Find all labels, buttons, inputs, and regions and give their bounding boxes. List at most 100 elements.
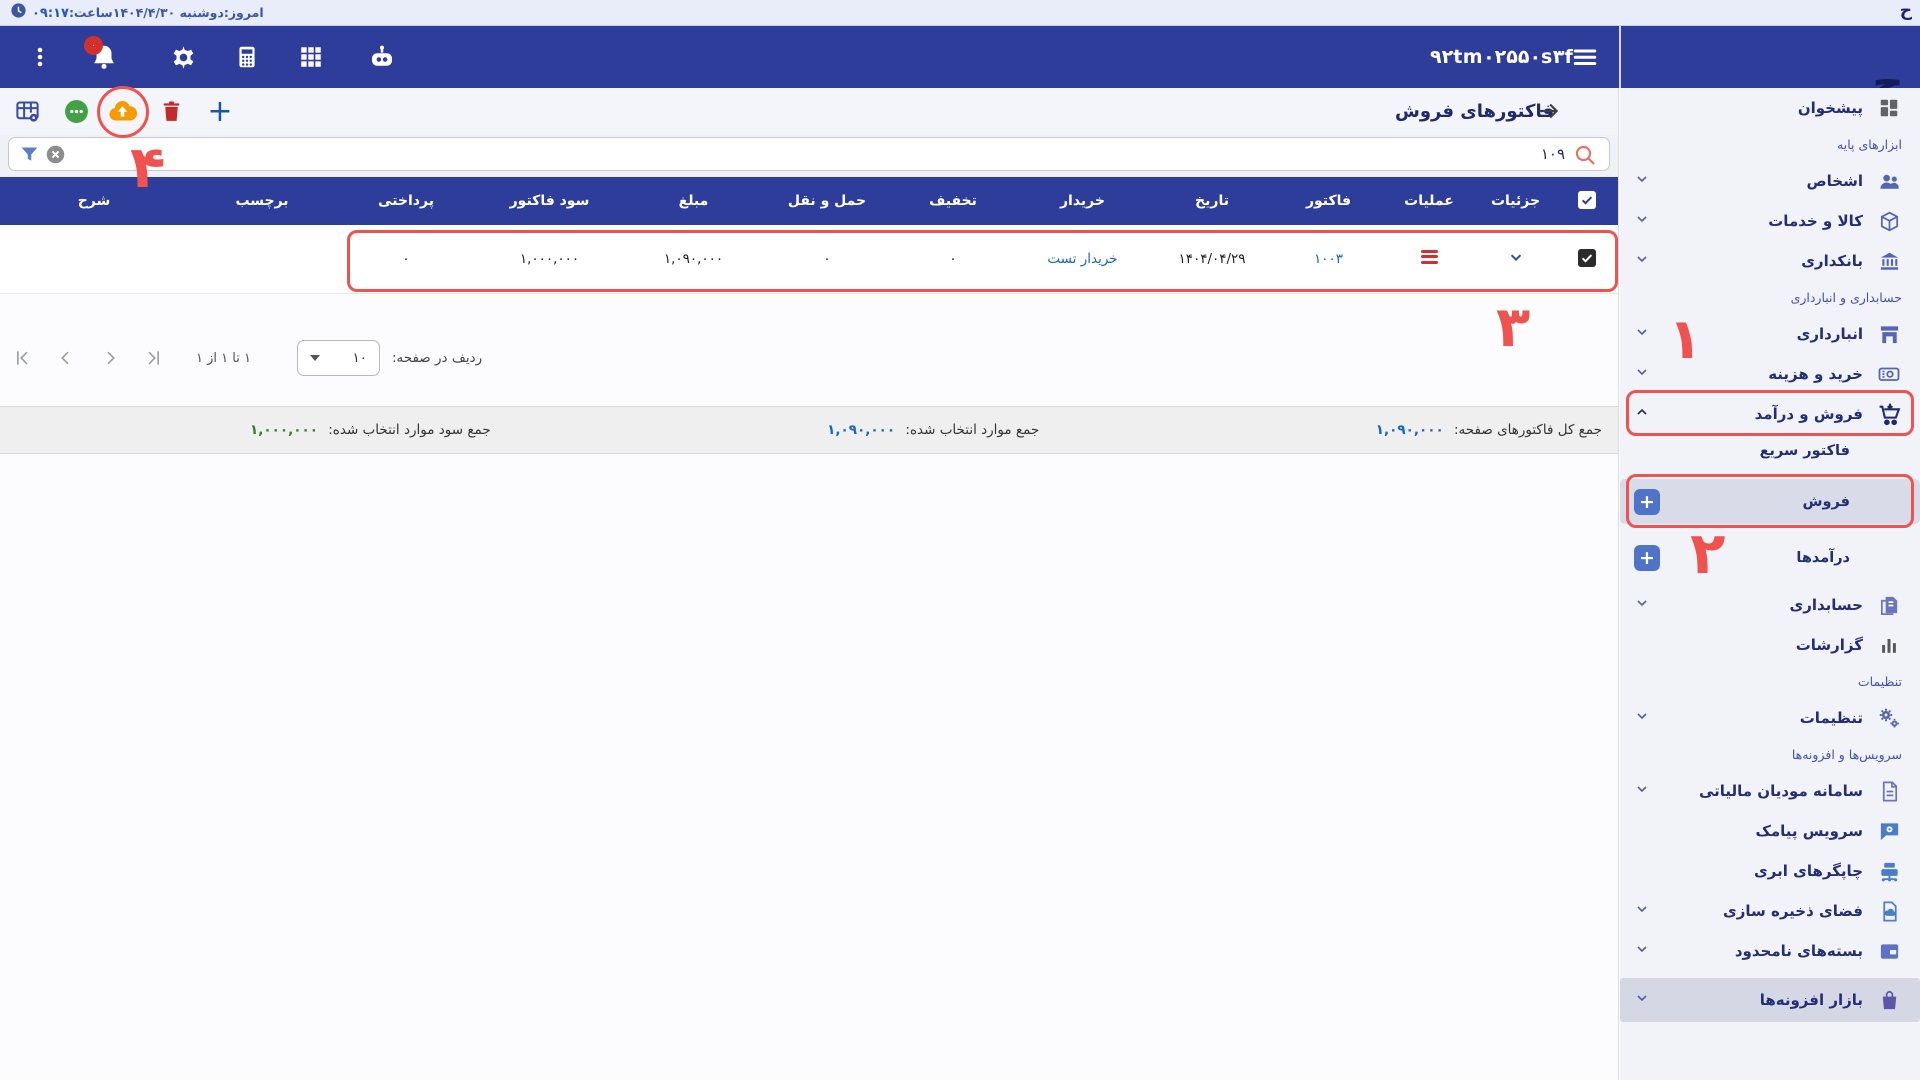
sidebar-item-accounting[interactable]: حسابداری <box>1620 585 1920 625</box>
prev-page-button[interactable] <box>44 338 88 378</box>
page-total-value: ۱,۰۹۰,۰۰۰ <box>1376 422 1444 438</box>
next-page-button[interactable] <box>88 338 132 378</box>
chevron-down-icon <box>1634 990 1650 1010</box>
sidebar-item-banking[interactable]: بانکداری <box>1620 241 1920 281</box>
sidebar-item-label: سرویس پیامک <box>1756 822 1864 840</box>
clear-filter-icon[interactable] <box>45 144 66 169</box>
last-page-button[interactable] <box>132 338 176 378</box>
sidebar-item-sales[interactable]: فروش+ <box>1620 479 1920 524</box>
add-plus-icon[interactable]: + <box>198 88 242 135</box>
kebab-menu-icon[interactable] <box>20 26 60 88</box>
select-all-checkbox[interactable] <box>1578 191 1596 209</box>
sidebar-item-tax-moadian[interactable]: سامانه مودیان مالیاتی <box>1620 771 1920 811</box>
row-checkbox[interactable] <box>1578 249 1596 267</box>
sidebar-section-settings-group: تنظیمات <box>1620 665 1920 698</box>
gears-icon <box>1876 706 1902 730</box>
caret-down-icon <box>310 355 320 361</box>
assistant-bot-icon[interactable] <box>362 26 402 88</box>
section-label: حسابداری و انبارداری <box>1791 290 1902 305</box>
buyer-link[interactable]: خریدار تست <box>1047 251 1117 267</box>
sidebar-item-storage-space[interactable]: فضای ذخیره سازی <box>1620 891 1920 931</box>
apps-grid-icon[interactable] <box>291 26 331 88</box>
row-description-cell <box>0 225 188 293</box>
col-date: تاریخ <box>1149 177 1275 225</box>
col-shipping: حمل و نقل <box>764 177 890 225</box>
hamburger-menu-icon[interactable] <box>1565 26 1605 88</box>
chart-icon <box>1876 634 1902 656</box>
sidebar-item-cloud-printers[interactable]: چاپگرهای ابری <box>1620 851 1920 891</box>
sidebar-item-addons-market[interactable]: بازار افزونه‌ها <box>1620 978 1920 1022</box>
sidebar-item-goods-services[interactable]: کالا و خدمات <box>1620 201 1920 241</box>
dashboard-icon <box>1876 97 1902 119</box>
filter-funnel-icon[interactable] <box>19 144 40 169</box>
annotation-number-1: ۱ <box>1668 312 1702 368</box>
notification-badge: ۰ <box>84 36 103 55</box>
bag-icon <box>1876 989 1902 1012</box>
invoice-number-link[interactable]: ۱۰۰۳ <box>1314 251 1343 267</box>
main-content: + فاکتورهای فروش جزئیات عملیات فاکتور تا… <box>0 88 1618 1080</box>
search-icon[interactable] <box>1573 143 1597 171</box>
sidebar-item-incomes[interactable]: درآمدها+ <box>1620 535 1920 580</box>
sidebar-item-sales-income[interactable]: فروش و درآمد <box>1620 394 1920 434</box>
current-date-text: امروز:دوشنبه ۱۴۰۴/۴/۳۰ساعت:۰۹:۱۷ <box>32 5 264 21</box>
add-button[interactable]: + <box>1634 545 1660 571</box>
sidebar-item-settings[interactable]: تنظیمات <box>1620 698 1920 738</box>
row-select-cell <box>1555 225 1618 293</box>
page-range-text: ۱ تا ۱ از ۱ <box>196 351 251 366</box>
annotation-number-4: ۴ <box>130 138 165 196</box>
details-chevron-icon[interactable] <box>1507 254 1525 270</box>
sidebar-item-quick-invoice[interactable]: فاکتور سریع <box>1620 434 1920 468</box>
bank-icon <box>1876 250 1902 273</box>
sidebar-item-label: فروش و درآمد <box>1755 405 1863 423</box>
sidebar-item-warehousing[interactable]: انبارداری <box>1620 314 1920 354</box>
col-profit: سود فاکتور <box>476 177 623 225</box>
search-input[interactable] <box>1265 138 1565 170</box>
chevron-down-icon <box>1634 171 1650 191</box>
package-icon <box>1876 940 1902 963</box>
chevron-down-icon <box>1634 251 1650 271</box>
table-columns-icon[interactable] <box>5 88 49 135</box>
sidebar-item-unlimited-packages[interactable]: بسته‌های نامحدود <box>1620 931 1920 971</box>
sidebar-item-label: چاپگرهای ابری <box>1754 862 1863 880</box>
sms-icon <box>1876 820 1902 843</box>
sidebar-item-sms-service[interactable]: سرویس پیامک <box>1620 811 1920 851</box>
table-row: ۱۰۰۳ ۱۴۰۴/۰۴/۲۹ خریدار تست ۰ ۰ ۱,۰۹۰,۰۰۰… <box>0 225 1618 293</box>
col-buyer: خریدار <box>1016 177 1149 225</box>
back-arrow-icon[interactable] <box>1535 98 1561 128</box>
row-details-cell <box>1476 225 1555 293</box>
app-header: ۰ ۹۲tm۰۲۵۵۰s۳f ح <box>0 26 1920 88</box>
chevron-down-icon <box>1634 941 1650 961</box>
content-sidebar-divider <box>1618 88 1619 1080</box>
chevron-down-icon <box>1634 595 1650 615</box>
notifications-bell-icon[interactable] <box>84 26 124 88</box>
first-page-button[interactable] <box>0 338 44 378</box>
settings-gear-icon[interactable] <box>163 26 203 88</box>
calculator-icon[interactable] <box>227 26 267 88</box>
operations-menu-icon[interactable] <box>1421 247 1438 266</box>
selected-profit-value: ۱,۰۰۰,۰۰۰ <box>250 422 318 438</box>
selected-total: جمع موارد انتخاب شده: ۱,۰۹۰,۰۰۰ <box>827 422 1039 438</box>
sidebar-item-label: خرید و هزینه <box>1768 365 1863 383</box>
add-button[interactable]: + <box>1634 489 1660 515</box>
selected-total-value: ۱,۰۹۰,۰۰۰ <box>827 422 895 438</box>
sidebar: پیشخوان ابزارهای پایه اشخاصکالا و خدماتبان… <box>1620 88 1920 1080</box>
col-operations: عملیات <box>1382 177 1476 225</box>
sidebar-section-services-addons: سرویس‌ها و افزونه‌ها <box>1620 738 1920 771</box>
col-amount: مبلغ <box>623 177 764 225</box>
section-label: تنظیمات <box>1858 674 1902 689</box>
sidebar-item-dashboard[interactable]: پیشخوان <box>1620 88 1920 128</box>
page-total: جمع کل فاکتورهای صفحه: ۱,۰۹۰,۰۰۰ <box>1376 422 1602 438</box>
sidebar-item-label: فضای ذخیره سازی <box>1723 902 1863 920</box>
annotation-number-3: ۳ <box>1496 300 1530 356</box>
sidebar-item-persons[interactable]: اشخاص <box>1620 161 1920 201</box>
row-buyer-cell: خریدار تست <box>1016 225 1149 293</box>
annotation-number-2: ۲ <box>1690 524 1725 582</box>
section-label: ابزارهای پایه <box>1837 137 1902 152</box>
sidebar-item-reports[interactable]: گزارشات <box>1620 625 1920 665</box>
rows-per-page-select[interactable]: ۱۰ <box>297 340 380 376</box>
cloud-upload-icon[interactable] <box>100 88 144 135</box>
more-options-icon[interactable] <box>54 88 98 135</box>
sidebar-item-purchase-expense[interactable]: خرید و هزینه <box>1620 354 1920 394</box>
cart-icon <box>1876 402 1902 427</box>
delete-trash-icon[interactable] <box>149 88 193 135</box>
